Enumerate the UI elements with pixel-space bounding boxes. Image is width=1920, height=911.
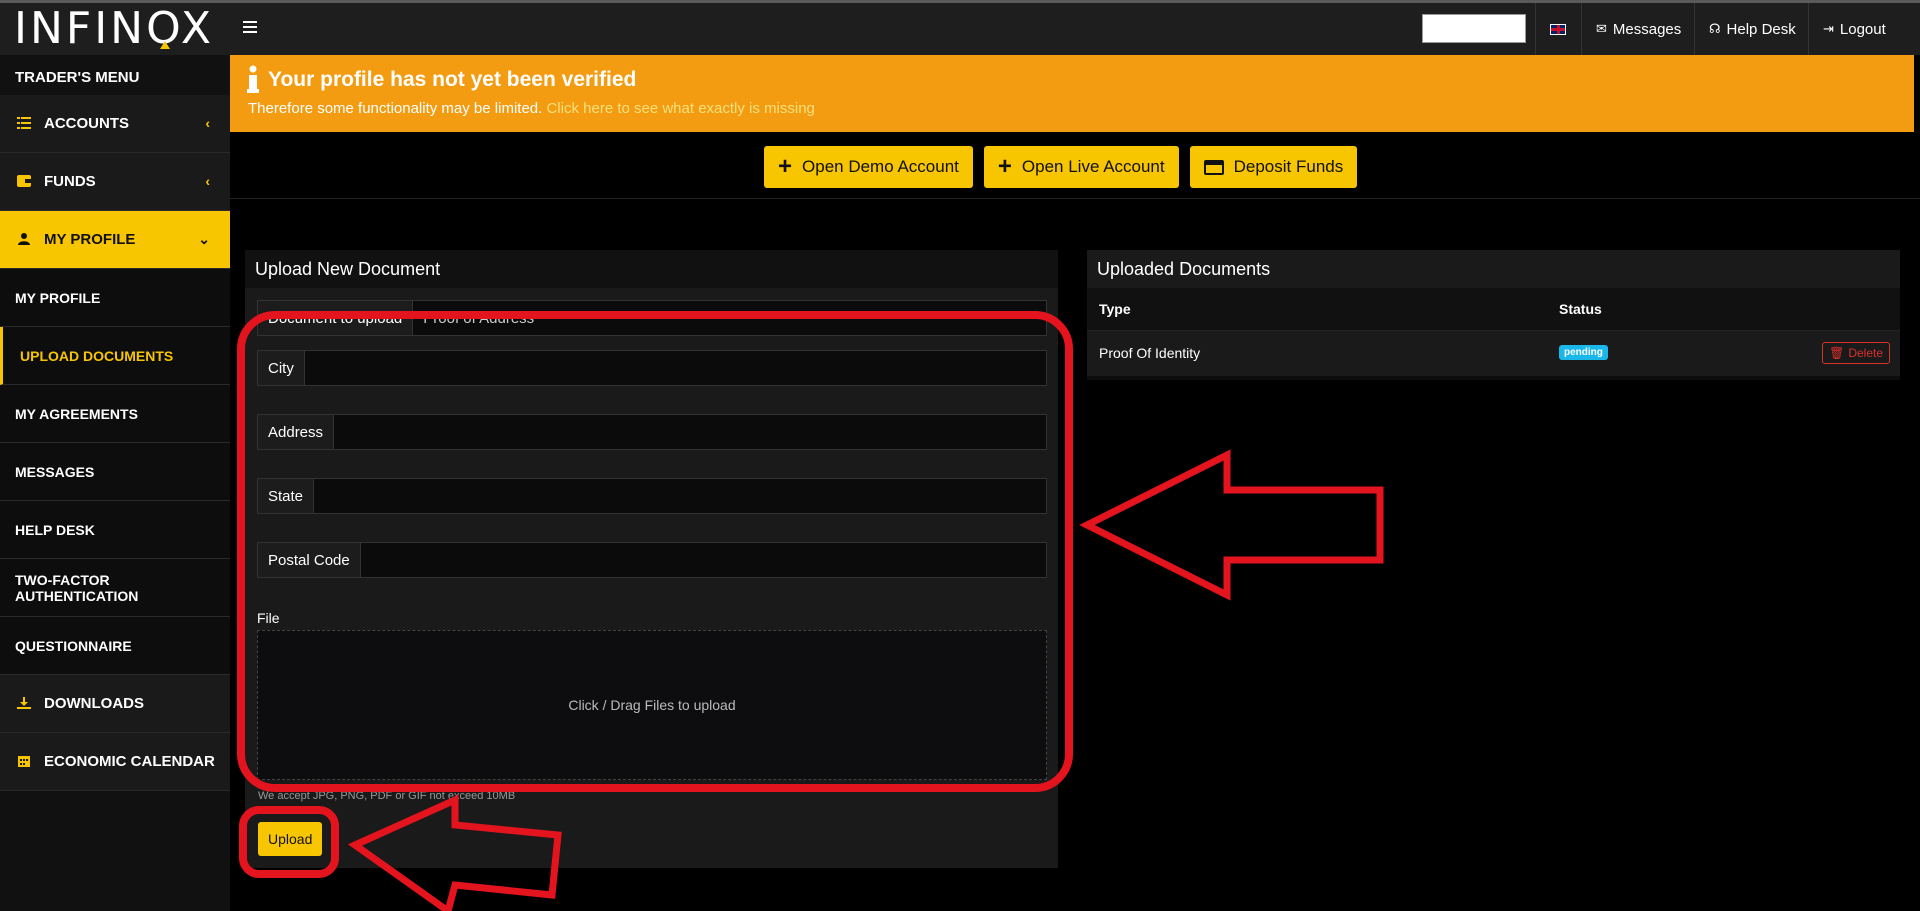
chevron-left-icon: ‹ (205, 173, 210, 189)
file-label: File (257, 610, 280, 626)
logout-link[interactable]: ⇥ Logout (1808, 3, 1900, 55)
state-field: State (257, 478, 1047, 514)
sidebar-title: TRADER'S MENU (15, 69, 140, 86)
upload-new-document-panel: Upload New Document Document to upload C… (245, 250, 1058, 868)
action-buttons: + Open Demo Account + Open Live Account De… (764, 146, 1358, 188)
deposit-funds-button[interactable]: Deposit Funds (1189, 146, 1358, 188)
delete-button[interactable]: 🗑 Delete (1822, 342, 1890, 365)
missing-info-link[interactable]: Click here to see what exactly is missin… (546, 100, 814, 117)
plus-icon: + (997, 153, 1012, 180)
hamburger-menu-icon[interactable] (243, 21, 257, 36)
chevron-left-icon: ‹ (205, 115, 210, 131)
chevron-down-icon: ⌄ (198, 231, 210, 247)
uploaded-documents-table: Type Status Proof Of Identity pending 🗑 D… (1087, 288, 1900, 376)
document-type-cell: Proof Of Identity (1087, 330, 1547, 376)
download-icon (17, 697, 31, 709)
top-bar: INFINOX ✉ Messages ☊ Help Desk ⇥ Logout (0, 3, 1920, 55)
list-icon (17, 117, 31, 129)
user-icon (18, 233, 30, 245)
sidebar-item-economic-calendar[interactable]: ECONOMIC CALENDAR (0, 733, 230, 791)
postal-code-input[interactable] (360, 543, 1046, 577)
table-row: Proof Of Identity pending 🗑 Delete (1087, 330, 1900, 376)
sidebar-item-funds[interactable]: FUNDS ‹ (0, 153, 230, 211)
logout-icon: ⇥ (1823, 21, 1834, 36)
sidebar-item-questionnaire[interactable]: QUESTIONNAIRE (0, 617, 230, 675)
city-field: City (257, 350, 1047, 386)
postal-code-field: Postal Code (257, 542, 1047, 578)
address-field: Address (257, 414, 1047, 450)
credit-card-icon (1203, 159, 1224, 175)
logo-triangle-icon (160, 41, 170, 49)
headset-icon: ☊ (1709, 21, 1721, 36)
upload-button[interactable]: Upload (258, 822, 323, 856)
sidebar-item-my-agreements[interactable]: MY AGREEMENTS (0, 385, 230, 443)
column-status: Status (1547, 288, 1900, 331)
open-demo-account-button[interactable]: + Open Demo Account (764, 146, 973, 188)
header-search-input[interactable] (1422, 14, 1526, 43)
uk-flag-icon (1550, 23, 1566, 35)
column-type: Type (1087, 288, 1547, 331)
verification-banner: Your profile has not yet been verified T… (230, 55, 1914, 132)
upload-panel-title: Upload New Document (245, 250, 1058, 288)
language-selector[interactable] (1535, 3, 1580, 55)
trash-icon: 🗑 (1829, 346, 1845, 361)
plus-icon: + (778, 153, 793, 180)
document-type-select[interactable]: Document to upload (257, 300, 1047, 336)
sidebar: TRADER'S MENU ACCOUNTS ‹ FUNDS ‹ MY PROF… (0, 55, 230, 911)
status-badge: pending (1559, 345, 1608, 361)
uploaded-documents-panel: Uploaded Documents Type Status Proof Of … (1087, 250, 1900, 380)
city-input[interactable] (304, 351, 1046, 385)
sidebar-item-two-factor[interactable]: TWO-FACTOR AUTHENTICATION (0, 559, 230, 617)
file-dropzone[interactable]: Click / Drag Files to upload (257, 630, 1047, 780)
banner-text: Therefore some functionality may be limi… (248, 100, 815, 117)
calendar-icon (18, 756, 30, 767)
open-live-account-button[interactable]: + Open Live Account (983, 146, 1179, 188)
state-input[interactable] (314, 479, 1046, 513)
sidebar-item-messages[interactable]: MESSAGES (0, 443, 230, 501)
messages-link[interactable]: ✉ Messages (1581, 3, 1695, 55)
envelope-icon: ✉ (1596, 21, 1607, 36)
sidebar-item-my-profile-group[interactable]: MY PROFILE ⌄ (0, 211, 230, 269)
infinox-logo[interactable]: INFINOX (14, 7, 214, 51)
sidebar-item-help-desk[interactable]: HELP DESK (0, 501, 230, 559)
sidebar-item-my-profile[interactable]: MY PROFILE (0, 269, 230, 327)
address-input[interactable] (334, 415, 1046, 449)
wallet-icon (17, 175, 31, 187)
banner-title: Your profile has not yet been verified (268, 68, 637, 91)
sidebar-item-downloads[interactable]: DOWNLOADS (0, 675, 230, 733)
sidebar-item-accounts[interactable]: ACCOUNTS ‹ (0, 95, 230, 153)
info-icon (247, 65, 259, 93)
accepted-formats-note: We accept JPG, PNG, PDF or GIF not excee… (258, 790, 516, 802)
uploaded-panel-title: Uploaded Documents (1087, 250, 1900, 288)
sidebar-item-upload-documents[interactable]: UPLOAD DOCUMENTS (0, 327, 230, 385)
annotation-arrow-right-panel (1079, 449, 1384, 601)
help-desk-link[interactable]: ☊ Help Desk (1694, 3, 1810, 55)
